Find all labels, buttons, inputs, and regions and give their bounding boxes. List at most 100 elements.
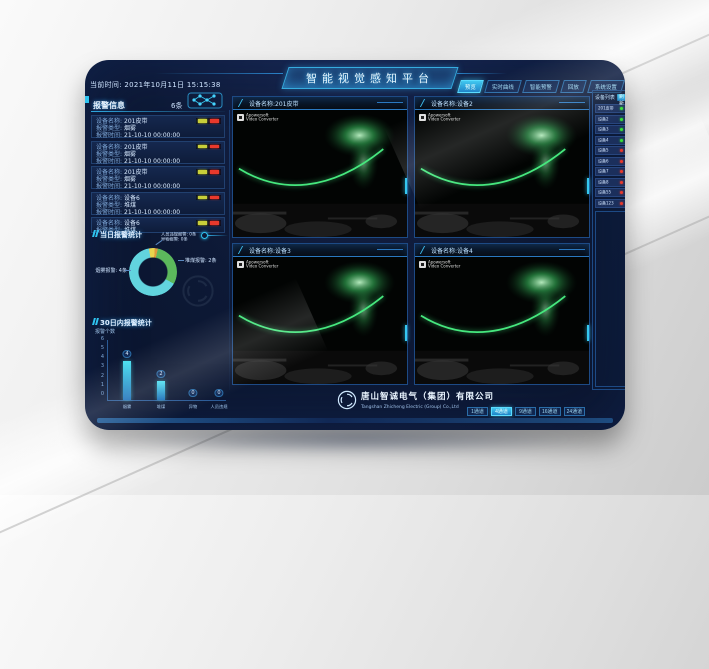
alarm-delete-button[interactable] <box>210 119 219 123</box>
top-tab[interactable]: 预览 <box>457 80 484 93</box>
alarm-card[interactable]: 设备名称:201皮带 报警类型:烟雾 报警时间:21-10-10 00:00:0… <box>91 166 225 189</box>
alarm-type-label: 报警类型: <box>96 176 122 183</box>
video-cell-header: 设备名称:设备2 <box>415 97 589 110</box>
channel-button[interactable]: 16通道 <box>539 407 561 416</box>
company-name-en: Tangshan Zhicheng Electric (Group) Co.,L… <box>361 404 481 409</box>
device-list-title: 设备列表 <box>595 93 615 100</box>
video-feed: Apowersoft Video Converter <box>415 257 589 384</box>
channel-button-label: 1通道 <box>471 408 484 415</box>
alarm-type-label: 报警类型: <box>96 202 122 209</box>
alarm-time-value: 21-10-10 00:00:00 <box>124 132 180 139</box>
alarm-card[interactable]: 设备名称:201皮带 报警类型:烟雾 报警时间:21-10-10 00:00:0… <box>91 115 225 138</box>
alarm-actions <box>196 220 221 226</box>
device-status-dot <box>620 170 623 173</box>
channel-button[interactable]: 24通道 <box>564 407 586 416</box>
device-name: 201皮带 <box>598 106 614 112</box>
video-cell-header: 设备名称:201皮带 <box>233 97 407 110</box>
video-device-title: 设备名称:201皮带 <box>249 99 298 108</box>
device-list-item[interactable]: 设备7 <box>595 167 625 176</box>
ghost-logo-watermark <box>181 274 215 308</box>
alarm-ack-button[interactable] <box>198 145 207 149</box>
video-right-accent <box>405 178 408 194</box>
divider <box>229 110 230 390</box>
video-frame-image <box>233 110 407 237</box>
device-name: 设备2 <box>598 116 609 122</box>
top-tab[interactable]: 实时曲线 <box>484 80 522 93</box>
circuit-line <box>208 235 228 236</box>
channel-button[interactable]: 1通道 <box>467 407 488 416</box>
video-frame-image <box>415 110 589 237</box>
top-tab[interactable]: 回放 <box>560 80 587 93</box>
alarm-actions <box>196 195 221 201</box>
channel-layout-buttons: 1通道 4通道 9通道 16通道 24通道 <box>467 407 585 416</box>
alarm-delete-button[interactable] <box>210 221 219 225</box>
video-cell[interactable]: 设备名称:设备4 Apowersoft Video Conver <box>414 243 590 385</box>
monthly-stats-title: 30日内报警统计 <box>93 318 152 328</box>
alarm-actions <box>196 144 221 150</box>
device-list-item[interactable]: 设备6 <box>595 157 625 166</box>
device-status-dot <box>620 149 623 152</box>
alarm-type-label: 报警类型: <box>96 125 122 132</box>
video-device-title: 设备名称:设备2 <box>431 99 473 108</box>
alarm-device-label: 设备名称: <box>96 220 122 227</box>
device-list-item[interactable]: 设备123 <box>595 199 625 208</box>
alarm-time-label: 报警时间: <box>96 158 122 165</box>
device-list-item[interactable]: 设备5 <box>595 146 625 155</box>
alarm-device-label: 设备名称: <box>96 195 122 202</box>
apowersoft-logo-icon <box>237 261 244 268</box>
alarm-delete-button[interactable] <box>210 145 219 149</box>
alarm-card[interactable]: 设备名称:设备6 报警类型:堆煤 报警时间:21-10-10 00:00:00 <box>91 192 225 215</box>
alarm-device-value: 201皮带 <box>124 169 147 176</box>
company-logo-icon <box>337 390 357 410</box>
current-time: 当前时间: 2021年10月11日 15:15:38 <box>90 80 221 90</box>
device-list-item[interactable]: 设备3 <box>595 125 625 134</box>
device-status-dot <box>620 128 623 131</box>
channel-button[interactable]: 4通道 <box>491 407 512 416</box>
alarm-ack-button[interactable] <box>198 119 207 123</box>
video-frame-image <box>233 257 407 384</box>
alarm-ack-button[interactable] <box>198 196 207 200</box>
channel-button-label: 4通道 <box>495 408 508 415</box>
alarm-card[interactable]: 设备名称:201皮带 报警类型:烟雾 报警时间:21-10-10 00:00:0… <box>91 141 225 164</box>
alarm-panel-title: 报警信息 <box>93 100 125 111</box>
slash-deco-icon <box>238 246 248 254</box>
apowersoft-logo-icon <box>419 261 426 268</box>
dashboard-panel: 当前时间: 2021年10月11日 15:15:38 智能视觉感知平台 预览 实… <box>85 60 625 430</box>
alarm-time-value: 21-10-10 00:00:00 <box>124 183 180 190</box>
leader-line <box>125 270 131 271</box>
device-name: 设备5 <box>598 148 609 154</box>
device-list-refresh-button[interactable]: 刷新 <box>617 94 625 101</box>
device-list-item[interactable]: 设备4 <box>595 136 625 145</box>
alarm-time-label: 报警时间: <box>96 209 122 216</box>
page-title-banner: 智能视觉感知平台 <box>281 67 458 89</box>
alarm-device-label: 设备名称: <box>96 118 122 125</box>
video-cell[interactable]: 设备名称:设备3 Apowersoft Video Conver <box>232 243 408 385</box>
device-name: 设备123 <box>598 200 614 206</box>
alarm-delete-button[interactable] <box>210 170 219 174</box>
device-list-item[interactable]: 设备55 <box>595 188 625 197</box>
device-status-dot <box>620 191 623 194</box>
device-name: 设备4 <box>598 137 609 143</box>
page-title: 智能视觉感知平台 <box>286 68 454 88</box>
leader-line <box>155 240 162 245</box>
alarm-ack-button[interactable] <box>198 221 207 225</box>
alarm-ack-button[interactable] <box>198 170 207 174</box>
top-tab[interactable]: 智能预警 <box>522 80 560 93</box>
video-cell[interactable]: 设备名称:201皮带 Apowersoft Video Conv <box>232 96 408 238</box>
channel-button[interactable]: 9通道 <box>515 407 536 416</box>
alarm-count-badge: 6条 <box>171 101 182 111</box>
alarm-device-label: 设备名称: <box>96 144 122 151</box>
alarm-type-value: 堆煤 <box>124 202 136 209</box>
video-right-accent <box>405 325 408 341</box>
alarm-delete-button[interactable] <box>210 196 219 200</box>
tab-label: 预览 <box>465 83 476 91</box>
video-cell[interactable]: 设备名称:设备2 Apowersoft Video Conver <box>414 96 590 238</box>
alarm-actions <box>196 118 221 124</box>
bottom-accent-strip <box>97 418 613 423</box>
device-list-item[interactable]: 设备8 <box>595 178 625 187</box>
device-list-item[interactable]: 设备2 <box>595 115 625 124</box>
watermark: Apowersoft Video Converter <box>237 261 287 271</box>
device-status-dot <box>620 181 623 184</box>
video-feed: Apowersoft Video Converter <box>233 257 407 384</box>
slash-deco-icon <box>420 246 430 254</box>
